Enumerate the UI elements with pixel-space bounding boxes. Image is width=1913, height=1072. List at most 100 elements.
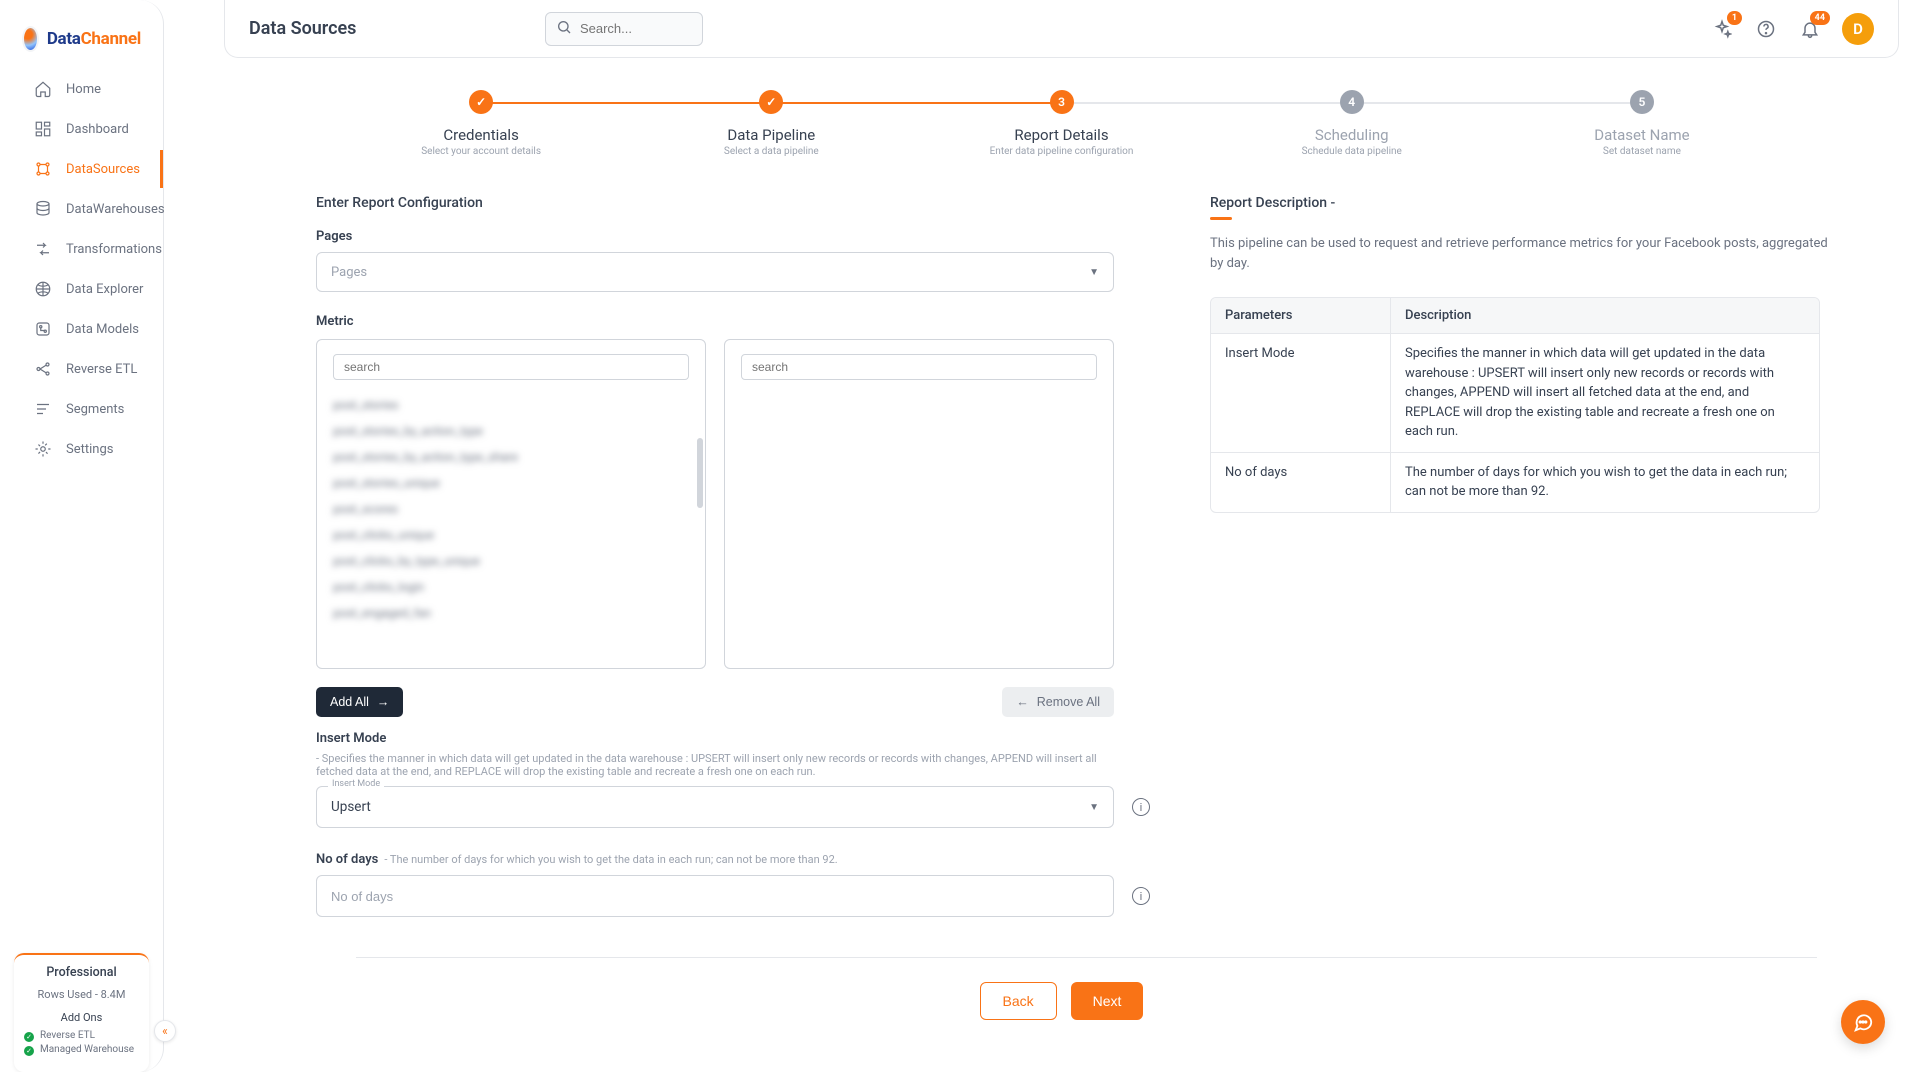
models-icon (34, 320, 52, 338)
insert-mode-label: Insert Mode (316, 731, 386, 746)
parameters-table: Parameters Description Insert Mode Speci… (1210, 297, 1820, 513)
step-datapipeline[interactable]: ✓ Data Pipeline Select a data pipeline (626, 90, 916, 157)
top-bar: Data Sources 1 44 D (224, 0, 1899, 58)
report-description-text: This pipeline can be used to request and… (1210, 234, 1830, 273)
param-desc: Specifies the manner in which data will … (1391, 334, 1819, 453)
logo-mark-icon (22, 26, 39, 52)
list-item[interactable]: post_stories_unique (333, 470, 689, 496)
list-item[interactable]: post_stories_by_action_type (333, 418, 689, 444)
global-search[interactable] (545, 12, 703, 46)
sidebar-item-label: Reverse ETL (66, 362, 137, 377)
bell-notifications-button[interactable]: 44 (1798, 17, 1822, 41)
metric-available-list[interactable]: post_stories post_stories_by_action_type… (317, 388, 705, 668)
metric-dual-list: post_stories post_stories_by_action_type… (316, 339, 1150, 669)
no-of-days-label-block: No of days - The number of days for whic… (316, 852, 1116, 867)
page-title: Data Sources (249, 18, 356, 39)
sidebar: DataChannel Home Dashboard DataSources D… (0, 0, 164, 1072)
warehouse-icon (34, 200, 52, 218)
param-name: Insert Mode (1211, 334, 1391, 453)
insert-mode-value: Upsert (331, 799, 371, 815)
arrow-right-icon: → (377, 695, 390, 709)
sidebar-item-label: Home (66, 82, 101, 97)
step-connector (481, 102, 771, 104)
step-subtitle: Set dataset name (1497, 146, 1787, 157)
list-item[interactable]: post_scores (333, 496, 689, 522)
list-item[interactable]: post_clicks_unique (333, 522, 689, 548)
metric-selected-list[interactable] (725, 388, 1113, 668)
sidebar-item-reverseetl[interactable]: Reverse ETL (0, 350, 163, 388)
sidebar-collapse-button[interactable]: « (154, 1020, 176, 1042)
step-circle-icon: ✓ (759, 90, 783, 114)
no-of-days-label: No of days (316, 852, 378, 867)
help-button[interactable] (1754, 17, 1778, 41)
sidebar-item-label: DataSources (66, 162, 140, 177)
sidebar-item-datawarehouses[interactable]: DataWarehouses (0, 190, 163, 228)
sidebar-item-home[interactable]: Home (0, 70, 163, 108)
insert-mode-inline-desc: - Specifies the manner in which data wil… (316, 752, 1116, 778)
sidebar-item-label: Settings (66, 442, 113, 457)
step-scheduling[interactable]: 4 Scheduling Schedule data pipeline (1207, 90, 1497, 157)
step-subtitle: Enter data pipeline configuration (916, 146, 1206, 157)
dashboard-icon (34, 120, 52, 138)
table-header-description: Description (1391, 298, 1819, 334)
list-item[interactable]: post_clicks_by_type_unique (333, 548, 689, 574)
step-subtitle: Select a data pipeline (626, 146, 916, 157)
list-item[interactable]: post_clicks_login (333, 574, 689, 600)
param-desc: The number of days for which you wish to… (1391, 453, 1819, 512)
step-circle-icon: 4 (1340, 90, 1364, 114)
plan-rows-used: Rows Used - 8.4M (22, 988, 141, 1001)
pages-select[interactable]: Pages ▼ (316, 252, 1114, 292)
addon-label: Managed Warehouse (40, 1044, 134, 1055)
chevron-down-icon: ▼ (1089, 802, 1099, 813)
sidebar-item-transformations[interactable]: Transformations (0, 230, 163, 268)
step-connector (1352, 102, 1642, 104)
back-button[interactable]: Back (980, 982, 1057, 1020)
gear-icon (34, 440, 52, 458)
step-reportdetails[interactable]: 3 Report Details Enter data pipeline con… (916, 90, 1206, 157)
metric-selected-search[interactable] (741, 354, 1097, 380)
remove-all-button[interactable]: ← Remove All (1002, 687, 1114, 717)
check-icon: ✓ (24, 1046, 34, 1056)
search-input[interactable] (580, 21, 692, 36)
step-connector (1062, 102, 1352, 104)
insert-mode-select[interactable]: Upsert ▼ (316, 786, 1114, 828)
chat-fab-button[interactable] (1841, 1000, 1885, 1044)
scrollbar-thumb[interactable] (697, 438, 703, 508)
metric-available-search[interactable] (333, 354, 689, 380)
sidebar-item-segments[interactable]: Segments (0, 390, 163, 428)
step-connector (771, 102, 1061, 104)
step-datasetname[interactable]: 5 Dataset Name Set dataset name (1497, 90, 1787, 157)
info-icon[interactable]: i (1132, 887, 1150, 905)
info-icon[interactable]: i (1132, 798, 1150, 816)
sidebar-item-datamodels[interactable]: Data Models (0, 310, 163, 348)
sidebar-item-datasources[interactable]: DataSources (0, 150, 163, 188)
sidebar-item-dashboard[interactable]: Dashboard (0, 110, 163, 148)
transform-icon (34, 240, 52, 258)
chevron-down-icon: ▼ (1089, 267, 1099, 278)
list-item[interactable]: post_stories_by_action_type_share (333, 444, 689, 470)
list-item[interactable]: post_stories (333, 392, 689, 418)
user-avatar[interactable]: D (1842, 13, 1874, 45)
addon-label: Reverse ETL (40, 1030, 95, 1041)
sparkle-notifications-button[interactable]: 1 (1710, 17, 1734, 41)
next-button[interactable]: Next (1071, 982, 1144, 1020)
step-credentials[interactable]: ✓ Credentials Select your account detail… (336, 90, 626, 157)
title-underline (1210, 217, 1232, 220)
sidebar-item-label: Segments (66, 402, 124, 417)
list-item[interactable]: post_engaged_fan (333, 600, 689, 626)
brand-logo[interactable]: DataChannel (0, 0, 163, 70)
add-all-label: Add All (330, 695, 369, 709)
remove-all-label: Remove All (1037, 695, 1100, 709)
pages-select-placeholder: Pages (331, 265, 367, 280)
search-icon (556, 19, 572, 39)
metric-selected-panel (724, 339, 1114, 669)
insert-mode-label-block: Insert Mode - Specifies the manner in wh… (316, 731, 1116, 778)
add-all-button[interactable]: Add All → (316, 687, 403, 717)
footer-buttons: Back Next (246, 982, 1877, 1020)
plan-name: Professional (22, 965, 141, 980)
sidebar-item-settings[interactable]: Settings (0, 430, 163, 468)
bell-badge: 44 (1810, 11, 1830, 25)
brand-name: DataChannel (47, 29, 141, 49)
no-of-days-input[interactable] (316, 875, 1114, 917)
sidebar-item-dataexplorer[interactable]: Data Explorer (0, 270, 163, 308)
